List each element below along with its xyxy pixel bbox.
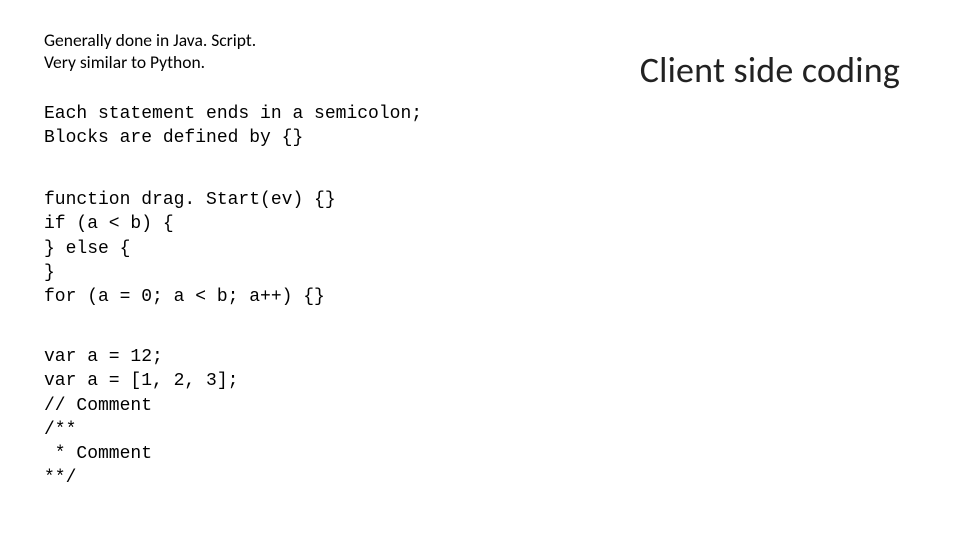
code-control-structures: function drag. Start(ev) {} if (a < b) {… [44, 188, 336, 309]
code-vars-comments: var a = 12; var a = [1, 2, 3]; // Commen… [44, 345, 238, 491]
intro-line-2: Very similar to Python. [44, 52, 256, 74]
intro-line-1: Generally done in Java. Script. [44, 30, 256, 52]
intro-text: Generally done in Java. Script. Very sim… [44, 30, 256, 74]
code-syntax-description: Each statement ends in a semicolon; Bloc… [44, 102, 422, 151]
slide: Generally done in Java. Script. Very sim… [0, 0, 960, 540]
slide-title: Client side coding [640, 48, 900, 92]
